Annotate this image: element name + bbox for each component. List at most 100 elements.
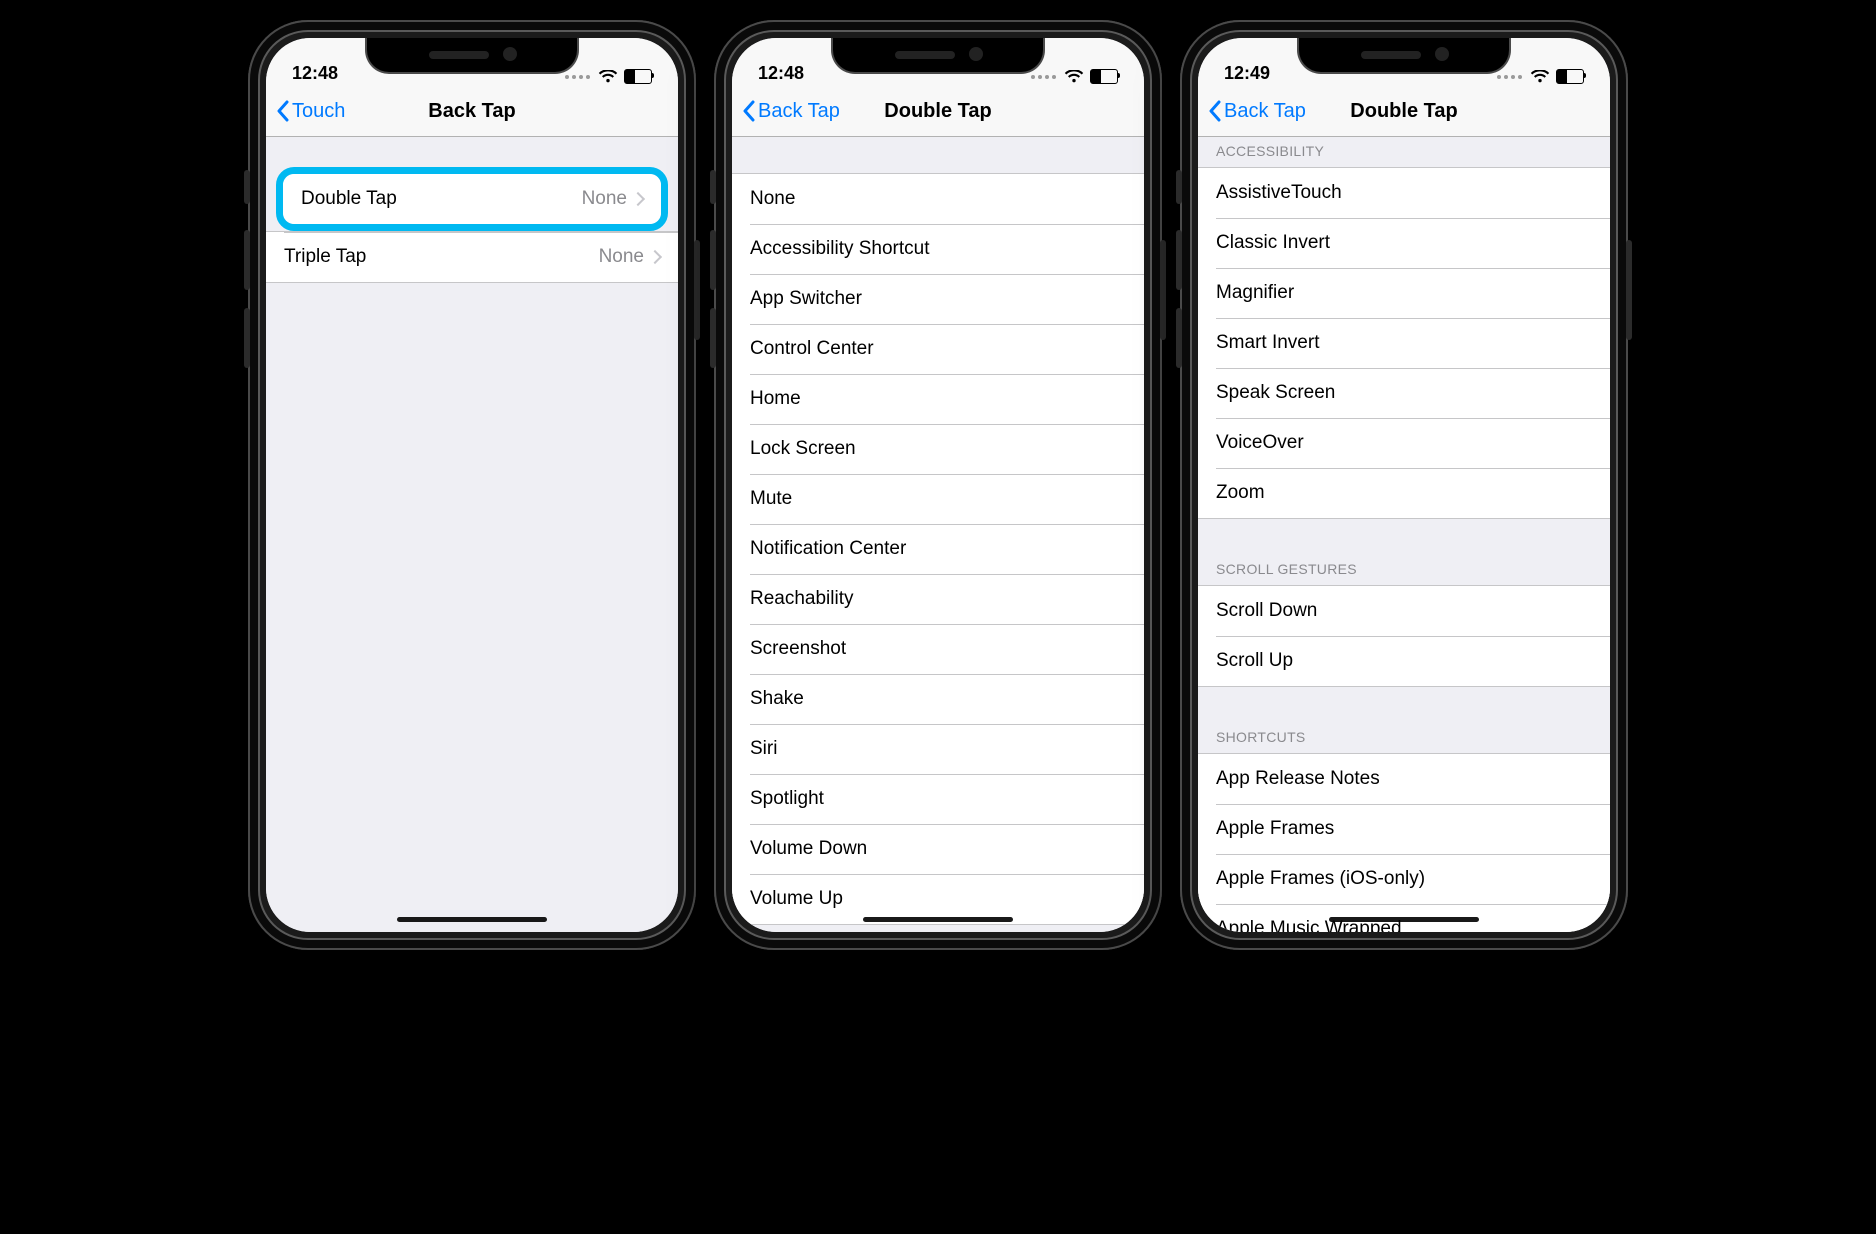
- status-time: 12:48: [292, 63, 338, 84]
- nav-back-button[interactable]: Back Tap: [1198, 100, 1306, 123]
- highlight-ring: Double TapNone: [276, 167, 668, 231]
- option-row[interactable]: Accessibility Shortcut: [732, 224, 1144, 274]
- option-label: Shake: [750, 688, 804, 710]
- nav-bar: TouchBack Tap: [266, 86, 678, 137]
- option-group: AssistiveTouch Classic Invert Magnifier Sma…: [1198, 167, 1610, 519]
- option-label: Spotlight: [750, 788, 824, 810]
- wifi-icon: [598, 70, 618, 84]
- option-row[interactable]: Spotlight: [732, 774, 1144, 824]
- option-row[interactable]: Lock Screen: [732, 424, 1144, 474]
- option-label: Magnifier: [1216, 282, 1294, 304]
- option-row[interactable]: Volume Down: [732, 824, 1144, 874]
- settings-section: None Accessibility Shortcut App Switcher Co…: [732, 173, 1144, 925]
- hardware-button: [1160, 240, 1166, 340]
- hardware-button: [244, 170, 250, 204]
- option-row[interactable]: Shake: [732, 674, 1144, 724]
- option-row[interactable]: Magnifier: [1198, 268, 1610, 318]
- settings-section: Scroll GesturesScroll DownScroll Up: [1198, 555, 1610, 687]
- home-indicator: [863, 917, 1013, 922]
- option-row[interactable]: Mute: [732, 474, 1144, 524]
- cellular-dots-icon: [1031, 75, 1056, 79]
- hardware-button: [694, 240, 700, 340]
- option-row[interactable]: Apple Frames: [1198, 804, 1610, 854]
- option-row[interactable]: App Release Notes: [1198, 754, 1610, 804]
- option-label: VoiceOver: [1216, 432, 1304, 454]
- option-label: App Release Notes: [1216, 768, 1380, 790]
- option-label: Scroll Up: [1216, 650, 1293, 672]
- cellular-dots-icon: [565, 75, 590, 79]
- phone-frame: 12:49Back TapDouble TapAccessibilityAssi…: [1180, 20, 1628, 950]
- content-area: Double TapNone Triple TapNone: [266, 137, 678, 932]
- option-row[interactable]: Speak Screen: [1198, 368, 1610, 418]
- chevron-left-icon: [1208, 100, 1222, 122]
- chevron-right-icon: [648, 250, 662, 264]
- nav-back-label: Back Tap: [1224, 100, 1306, 123]
- phone-frame: 12:48Back TapDouble Tap None Accessibility…: [714, 20, 1162, 950]
- option-label: Accessibility Shortcut: [750, 238, 930, 260]
- option-label: Classic Invert: [1216, 232, 1330, 254]
- settings-section: Shortcuts App Release Notes Apple FramesAp…: [1198, 723, 1610, 932]
- battery-icon: [1090, 69, 1118, 84]
- option-row[interactable]: Home: [732, 374, 1144, 424]
- wifi-icon: [1530, 70, 1550, 84]
- option-row[interactable]: Scroll Down: [1198, 586, 1610, 636]
- option-row[interactable]: Scroll Up: [1198, 636, 1610, 686]
- nav-back-button[interactable]: Touch: [266, 100, 345, 123]
- option-row[interactable]: Screenshot: [732, 624, 1144, 674]
- option-label: Home: [750, 388, 801, 410]
- hardware-button: [1626, 240, 1632, 340]
- option-group: None Accessibility Shortcut App Switcher Co…: [732, 173, 1144, 925]
- option-label: App Switcher: [750, 288, 862, 310]
- option-row[interactable]: Classic Invert: [1198, 218, 1610, 268]
- notch: [833, 38, 1043, 72]
- option-label: Reachability: [750, 588, 854, 610]
- option-row[interactable]: AssistiveTouch: [1198, 168, 1610, 218]
- chevron-left-icon: [276, 100, 290, 122]
- settings-row[interactable]: Double TapNone: [283, 174, 661, 224]
- option-row[interactable]: Smart Invert: [1198, 318, 1610, 368]
- nav-back-button[interactable]: Back Tap: [732, 100, 840, 123]
- option-row[interactable]: Zoom: [1198, 468, 1610, 518]
- option-label: Notification Center: [750, 538, 906, 560]
- option-row[interactable]: Notification Center: [732, 524, 1144, 574]
- phone-frame: 12:48TouchBack Tap Double TapNone Triple T…: [248, 20, 696, 950]
- screen: 12:48Back TapDouble Tap None Accessibility…: [732, 38, 1144, 932]
- option-row[interactable]: VoiceOver: [1198, 418, 1610, 468]
- cellular-dots-icon: [1497, 75, 1522, 79]
- option-label: Lock Screen: [750, 438, 856, 460]
- wifi-icon: [1064, 70, 1084, 84]
- section-header: Shortcuts: [1198, 723, 1610, 753]
- hardware-button: [244, 230, 250, 290]
- status-time: 12:48: [758, 63, 804, 84]
- hardware-button: [710, 308, 716, 368]
- option-row[interactable]: Apple Frames (iOS-only): [1198, 854, 1610, 904]
- home-indicator: [397, 917, 547, 922]
- chevron-right-icon: [631, 192, 645, 206]
- option-label: Siri: [750, 738, 777, 760]
- option-label: Scroll Down: [1216, 600, 1317, 622]
- option-label: Zoom: [1216, 482, 1265, 504]
- section-header: Accessibility: [1198, 137, 1610, 167]
- settings-row[interactable]: Triple TapNone: [266, 232, 678, 282]
- option-label: Speak Screen: [1216, 382, 1335, 404]
- nav-bar: Back TapDouble Tap: [732, 86, 1144, 137]
- notch: [1299, 38, 1509, 72]
- option-row[interactable]: None: [732, 174, 1144, 224]
- chevron-left-icon: [742, 100, 756, 122]
- status-indicators: [1497, 69, 1584, 84]
- settings-section: AccessibilityAssistiveTouch Classic Inver…: [1198, 137, 1610, 519]
- screen: 12:49Back TapDouble TapAccessibilityAssi…: [1198, 38, 1610, 932]
- option-label: None: [750, 188, 795, 210]
- option-label: Control Center: [750, 338, 874, 360]
- settings-group: Triple TapNone: [266, 231, 678, 283]
- option-group: App Release Notes Apple FramesApple Frame…: [1198, 753, 1610, 932]
- option-label: Smart Invert: [1216, 332, 1319, 354]
- option-row[interactable]: Reachability: [732, 574, 1144, 624]
- row-label: Double Tap: [301, 188, 397, 210]
- status-indicators: [1031, 69, 1118, 84]
- option-row[interactable]: Siri: [732, 724, 1144, 774]
- battery-icon: [624, 69, 652, 84]
- option-row[interactable]: Control Center: [732, 324, 1144, 374]
- option-row[interactable]: App Switcher: [732, 274, 1144, 324]
- status-time: 12:49: [1224, 63, 1270, 84]
